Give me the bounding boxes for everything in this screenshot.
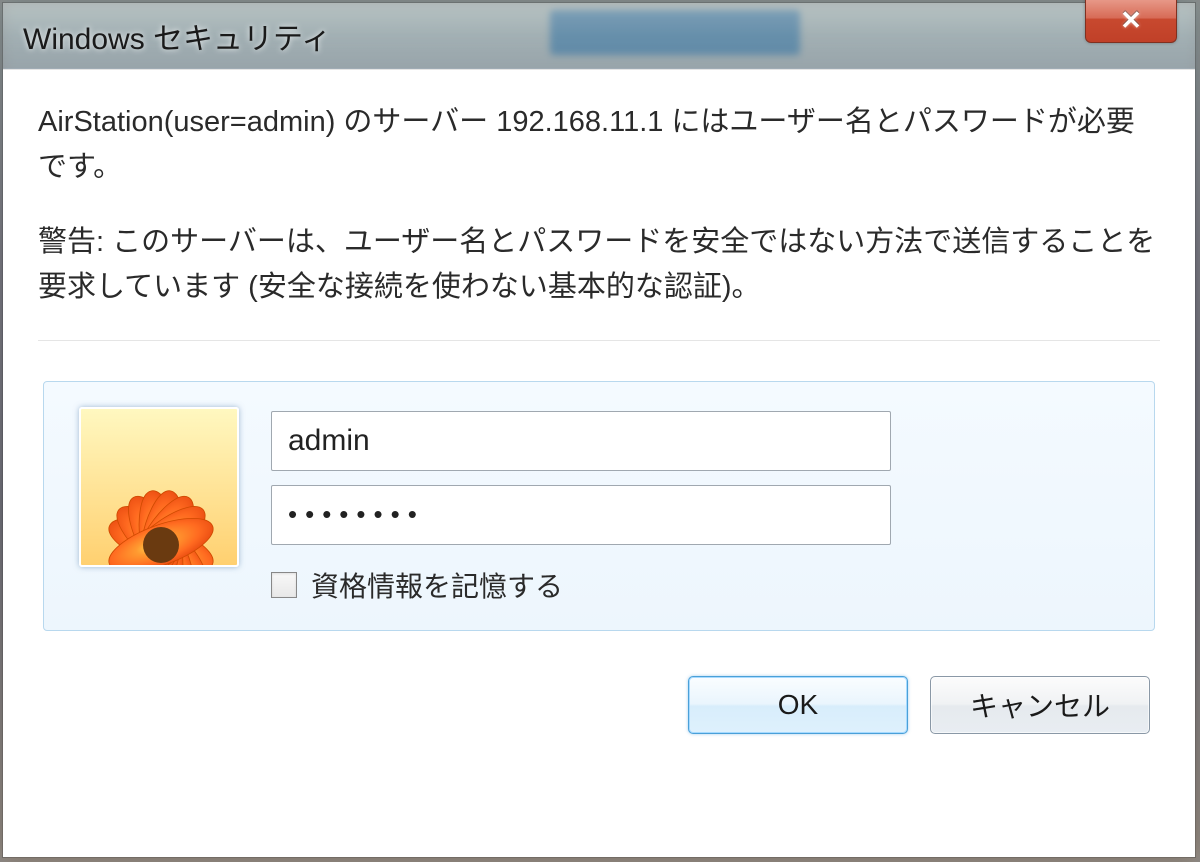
remember-checkbox[interactable] [271, 572, 297, 598]
security-dialog: Windows セキュリティ ✕ AirStation(user=admin) … [2, 2, 1196, 858]
auth-warning: 警告: このサーバーは、ユーザー名とパスワードを安全ではない方法で送信することを… [38, 220, 1160, 310]
divider [38, 340, 1160, 341]
user-avatar [79, 407, 239, 567]
credentials-fields: 資格情報を記憶する [271, 407, 1124, 605]
credentials-panel: 資格情報を記憶する [43, 381, 1155, 631]
titlebar[interactable]: Windows セキュリティ ✕ [3, 3, 1195, 69]
cancel-button[interactable]: キャンセル [930, 676, 1150, 734]
remember-row: 資格情報を記憶する [271, 565, 1124, 605]
close-button[interactable]: ✕ [1085, 0, 1177, 43]
remember-label[interactable]: 資格情報を記憶する [311, 565, 563, 605]
dialog-buttons: OK キャンセル [38, 676, 1160, 734]
flower-icon [79, 455, 239, 567]
password-input[interactable] [271, 485, 891, 545]
dialog-title: Windows セキュリティ [23, 14, 331, 58]
close-icon: ✕ [1120, 5, 1142, 36]
ok-button[interactable]: OK [688, 676, 908, 734]
auth-message: AirStation(user=admin) のサーバー 192.168.11.… [38, 100, 1160, 190]
username-input[interactable] [271, 411, 891, 471]
dialog-content: AirStation(user=admin) のサーバー 192.168.11.… [3, 69, 1195, 857]
